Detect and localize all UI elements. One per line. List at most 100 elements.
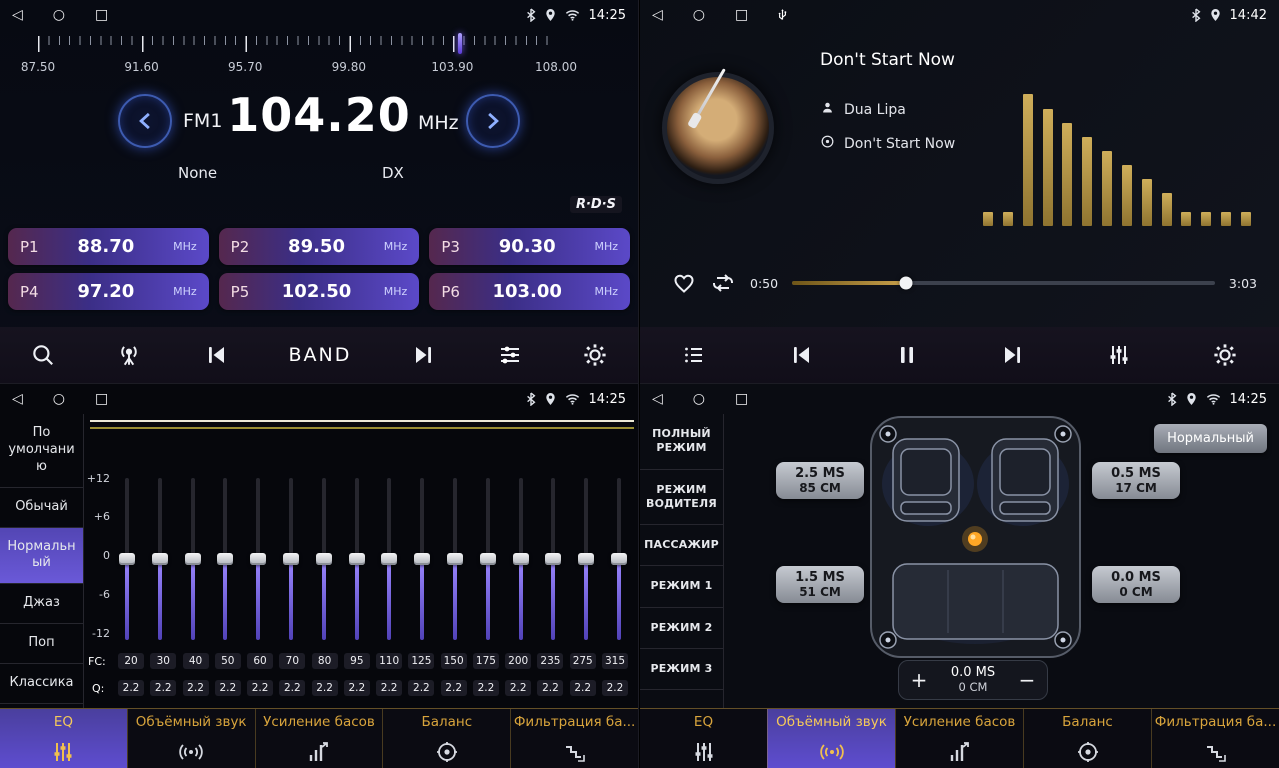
- back-button[interactable]: ◁: [652, 7, 663, 23]
- recents-button[interactable]: □: [95, 391, 108, 407]
- tab-balance[interactable]: Баланс: [382, 709, 510, 768]
- eq-slider-handle[interactable]: [217, 553, 233, 565]
- settings-button[interactable]: [1212, 342, 1238, 368]
- tab-surround[interactable]: Объёмный звук: [767, 709, 895, 768]
- eq-slider-handle[interactable]: [185, 553, 201, 565]
- recents-button[interactable]: □: [95, 7, 108, 23]
- sound-mode-item[interactable]: РЕЖИМ ВОДИТЕЛЯ: [640, 470, 723, 526]
- tab-filter[interactable]: Фильтрация ба...: [510, 709, 638, 768]
- progress-slider[interactable]: [792, 281, 1215, 285]
- car-interior-map[interactable]: [868, 414, 1083, 664]
- eq-band-slider[interactable]: [315, 478, 333, 640]
- pause-button[interactable]: [895, 343, 919, 367]
- eq-preset-item[interactable]: Нормальный: [0, 528, 83, 585]
- eq-slider-handle[interactable]: [447, 553, 463, 565]
- tune-down-button[interactable]: [118, 94, 172, 148]
- tab-eq[interactable]: EQ: [640, 709, 767, 768]
- settings-button[interactable]: [582, 342, 608, 368]
- eq-band-slider[interactable]: [216, 478, 234, 640]
- tab-filter[interactable]: Фильтрация ба...: [1151, 709, 1279, 768]
- eq-slider-handle[interactable]: [414, 553, 430, 565]
- preset-button-p2[interactable]: P289.50MHz: [219, 228, 420, 265]
- preset-button-p6[interactable]: P6103.00MHz: [429, 273, 630, 310]
- delay-rear-right[interactable]: 0.0 MS 0 CM: [1092, 566, 1180, 603]
- eq-band-slider[interactable]: [348, 478, 366, 640]
- tune-up-button[interactable]: [466, 94, 520, 148]
- equalizer-button[interactable]: [1107, 343, 1131, 367]
- seek-previous-button[interactable]: [203, 343, 229, 367]
- playlist-button[interactable]: [681, 343, 707, 367]
- eq-band-slider[interactable]: [577, 478, 595, 640]
- home-button[interactable]: ○: [53, 391, 65, 407]
- recents-button[interactable]: □: [735, 7, 748, 23]
- eq-band-slider[interactable]: [151, 478, 169, 640]
- tab-bass-boost[interactable]: Усиление басов: [895, 709, 1023, 768]
- eq-band-slider[interactable]: [446, 478, 464, 640]
- sound-preset-button[interactable]: Нормальный: [1154, 424, 1267, 453]
- preset-button-p4[interactable]: P497.20MHz: [8, 273, 209, 310]
- broadcast-button[interactable]: [115, 342, 143, 368]
- eq-slider-handle[interactable]: [545, 553, 561, 565]
- sound-mode-item[interactable]: РЕЖИМ 2: [640, 608, 723, 649]
- eq-band-slider[interactable]: [512, 478, 530, 640]
- delay-front-right[interactable]: 0.5 MS 17 CM: [1092, 462, 1180, 499]
- eq-slider-handle[interactable]: [381, 553, 397, 565]
- seek-next-button[interactable]: [411, 343, 437, 367]
- preset-button-p1[interactable]: P188.70MHz: [8, 228, 209, 265]
- eq-band-slider[interactable]: [184, 478, 202, 640]
- delay-rear-left[interactable]: 1.5 MS 51 CM: [776, 566, 864, 603]
- tab-bass-boost[interactable]: Усиление басов: [255, 709, 383, 768]
- back-button[interactable]: ◁: [12, 391, 23, 407]
- recents-button[interactable]: □: [735, 391, 748, 407]
- delay-increase-button[interactable]: +: [899, 668, 939, 692]
- sound-mode-item[interactable]: ПАССАЖИР: [640, 525, 723, 566]
- eq-slider-handle[interactable]: [578, 553, 594, 565]
- preset-button-p5[interactable]: P5102.50MHz: [219, 273, 420, 310]
- eq-band-slider[interactable]: [380, 478, 398, 640]
- eq-slider-handle[interactable]: [316, 553, 332, 565]
- home-button[interactable]: ○: [693, 391, 705, 407]
- eq-band-slider[interactable]: [610, 478, 628, 640]
- eq-slider-handle[interactable]: [611, 553, 627, 565]
- eq-preset-item[interactable]: По умолчанию: [0, 414, 83, 488]
- eq-slider-handle[interactable]: [349, 553, 365, 565]
- progress-knob[interactable]: [900, 277, 913, 290]
- previous-track-button[interactable]: [788, 343, 814, 367]
- tab-balance[interactable]: Баланс: [1023, 709, 1151, 768]
- back-button[interactable]: ◁: [12, 7, 23, 23]
- repeat-button[interactable]: [710, 272, 736, 294]
- delay-decrease-button[interactable]: −: [1007, 668, 1047, 692]
- eq-preset-item[interactable]: Классика: [0, 664, 83, 704]
- eq-band-slider[interactable]: [544, 478, 562, 640]
- audio-settings-button[interactable]: [497, 343, 523, 367]
- next-track-button[interactable]: [1000, 343, 1026, 367]
- tab-eq[interactable]: EQ: [0, 709, 127, 768]
- home-button[interactable]: ○: [53, 7, 65, 23]
- eq-slider-handle[interactable]: [480, 553, 496, 565]
- back-button[interactable]: ◁: [652, 391, 663, 407]
- tab-surround[interactable]: Объёмный звук: [127, 709, 255, 768]
- favorite-button[interactable]: [672, 272, 696, 294]
- eq-band-slider[interactable]: [479, 478, 497, 640]
- eq-preset-item[interactable]: Джаз: [0, 584, 83, 624]
- eq-band-slider[interactable]: [118, 478, 136, 640]
- eq-preset-item[interactable]: Обычай: [0, 488, 83, 528]
- eq-slider-handle[interactable]: [513, 553, 529, 565]
- scan-search-button[interactable]: [30, 342, 56, 368]
- sound-mode-item[interactable]: РЕЖИМ 1: [640, 566, 723, 607]
- delay-front-left[interactable]: 2.5 MS 85 CM: [776, 462, 864, 499]
- home-button[interactable]: ○: [693, 7, 705, 23]
- eq-band-slider[interactable]: [413, 478, 431, 640]
- eq-slider-handle[interactable]: [119, 553, 135, 565]
- sound-mode-item[interactable]: ПОЛНЫЙ РЕЖИМ: [640, 414, 723, 470]
- eq-slider-handle[interactable]: [283, 553, 299, 565]
- eq-preset-item[interactable]: Поп: [0, 624, 83, 664]
- band-button[interactable]: BAND: [289, 344, 352, 366]
- frequency-scale[interactable]: [38, 36, 556, 54]
- eq-slider-handle[interactable]: [152, 553, 168, 565]
- sound-mode-item[interactable]: РЕЖИМ 3: [640, 649, 723, 690]
- eq-slider-handle[interactable]: [250, 553, 266, 565]
- eq-band-slider[interactable]: [282, 478, 300, 640]
- eq-band-slider[interactable]: [249, 478, 267, 640]
- preset-button-p3[interactable]: P390.30MHz: [429, 228, 630, 265]
